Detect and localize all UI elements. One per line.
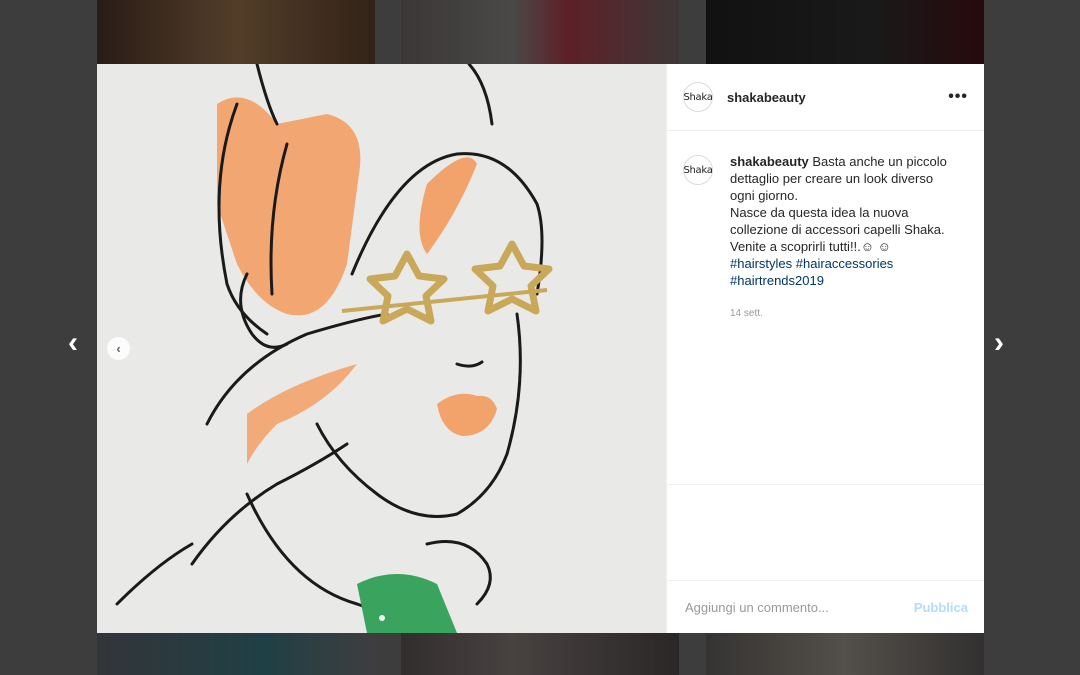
more-options-icon[interactable]: ••• [948, 88, 968, 106]
avatar-logo-text: Shaka [683, 91, 713, 103]
carousel-dot [378, 615, 385, 621]
previous-post-arrow-icon[interactable]: ‹ [68, 326, 78, 360]
post-side-panel: Shaka shakabeauty ••• Shaka shakabeauty … [666, 64, 984, 633]
post-image: ‹ [97, 64, 666, 633]
add-comment-bar: Pubblica [667, 581, 984, 633]
carousel-prev-button[interactable]: ‹ [107, 337, 130, 360]
fashion-illustration-image [97, 64, 666, 633]
caption-comment: Shaka shakabeauty Basta anche un piccolo… [683, 153, 968, 322]
hashtag-link[interactable]: #hairtrends2019 [730, 273, 824, 288]
publish-button[interactable]: Pubblica [914, 600, 968, 615]
caption-line: collezione di accessori capelli Shaka. [730, 222, 945, 237]
post-modal: ‹ Shaka shakabeauty ••• Shaka shakabeaut… [97, 64, 984, 633]
caption-line: ogni giorno. [730, 188, 798, 203]
avatar-logo-text: Shaka [683, 164, 713, 176]
caption-line: Basta anche un piccolo [812, 154, 947, 169]
caption-line: Venite a scoprirli tutti!!.☺ ☺ [730, 239, 891, 254]
hashtag-link[interactable]: #hairstyles [730, 256, 792, 271]
caption-text: shakabeauty Basta anche un piccolo detta… [730, 153, 955, 322]
post-actions-area [667, 485, 984, 581]
comments-section: Shaka shakabeauty Basta anche un piccolo… [667, 131, 984, 485]
next-post-arrow-icon[interactable]: › [994, 326, 1004, 360]
hashtag-link[interactable]: #hairaccessories [796, 256, 894, 271]
caption-username-link[interactable]: shakabeauty [730, 154, 809, 169]
comment-input[interactable] [683, 598, 914, 616]
avatar[interactable]: Shaka [683, 82, 713, 112]
post-header: Shaka shakabeauty ••• [667, 64, 984, 131]
caption-line: dettaglio per creare un look diverso [730, 171, 934, 186]
username-link[interactable]: shakabeauty [727, 90, 806, 105]
avatar[interactable]: Shaka [683, 155, 713, 185]
caption-line: Nasce da questa idea la nuova [730, 205, 909, 220]
post-timestamp[interactable]: 14 sett. [730, 305, 955, 322]
carousel-dots [97, 615, 666, 621]
